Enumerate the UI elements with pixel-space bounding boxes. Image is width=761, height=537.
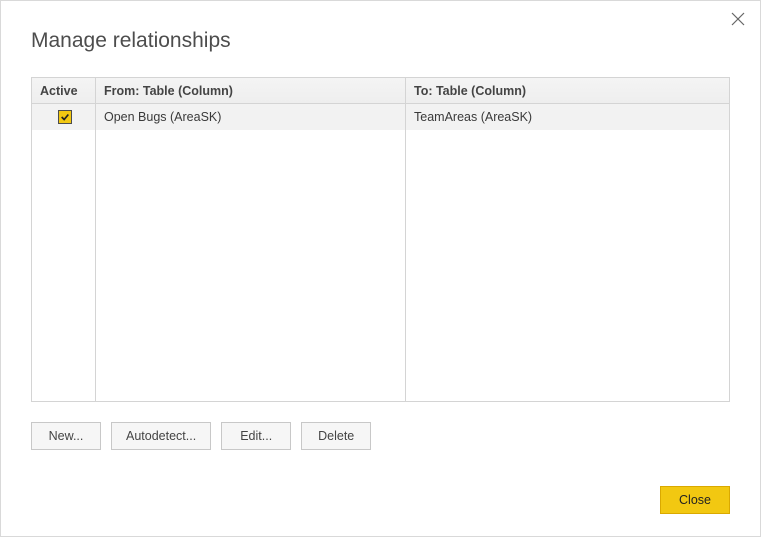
edit-button[interactable]: Edit... (221, 422, 291, 450)
active-checkbox[interactable] (58, 110, 72, 124)
table-header: Active From: Table (Column) To: Table (C… (32, 78, 729, 104)
close-button[interactable]: Close (660, 486, 730, 514)
header-to[interactable]: To: Table (Column) (406, 78, 729, 103)
dialog-title: Manage relationships (1, 1, 760, 53)
table-empty-area (32, 130, 729, 401)
close-icon[interactable] (728, 9, 748, 29)
relationships-table: Active From: Table (Column) To: Table (C… (31, 77, 730, 402)
cell-to: TeamAreas (AreaSK) (406, 104, 729, 130)
autodetect-button[interactable]: Autodetect... (111, 422, 211, 450)
table-row[interactable]: Open Bugs (AreaSK) TeamAreas (AreaSK) (32, 104, 729, 130)
action-buttons: New... Autodetect... Edit... Delete (31, 402, 730, 450)
manage-relationships-dialog: Manage relationships Active From: Table … (0, 0, 761, 537)
new-button[interactable]: New... (31, 422, 101, 450)
dialog-footer: Close (660, 486, 730, 514)
dialog-content: Active From: Table (Column) To: Table (C… (1, 53, 760, 450)
header-from[interactable]: From: Table (Column) (96, 78, 406, 103)
cell-from: Open Bugs (AreaSK) (96, 104, 406, 130)
cell-active (32, 104, 96, 130)
delete-button[interactable]: Delete (301, 422, 371, 450)
header-active[interactable]: Active (32, 78, 96, 103)
